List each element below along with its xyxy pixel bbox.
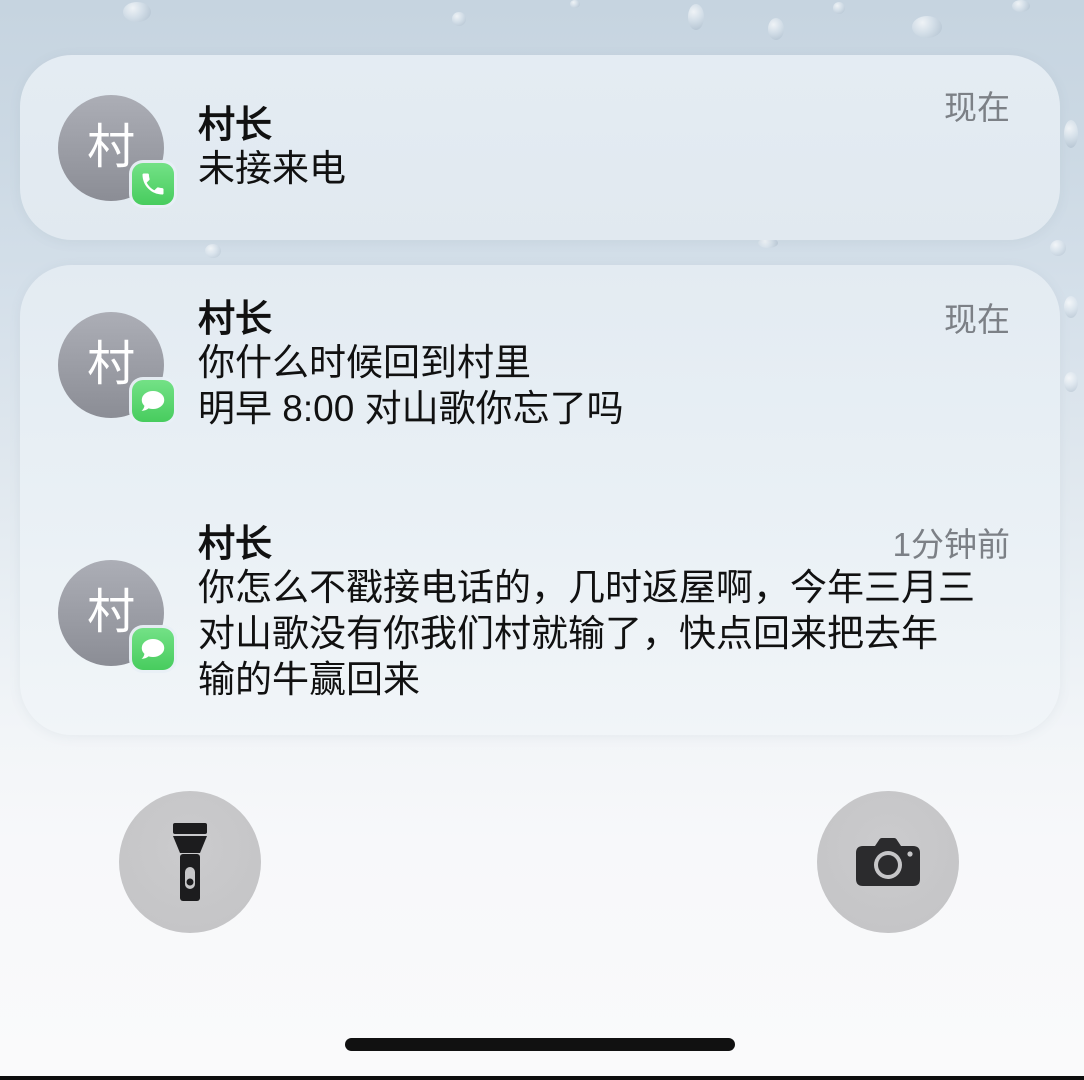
- phone-icon: [142, 173, 164, 194]
- camera-icon: [856, 838, 920, 886]
- water-droplet: [833, 2, 845, 14]
- notification-content: 村长 未接来电: [198, 104, 346, 192]
- water-droplet: [1064, 296, 1078, 318]
- notification-sender: 村长: [198, 523, 272, 564]
- notification-body-line: 输的牛赢回来: [198, 659, 420, 700]
- message-notification[interactable]: 村 村长 你怎么不戳接电话的，几时返屋啊，今年三月三 对山歌没有你我们村就输了，…: [58, 523, 1060, 703]
- notification-row[interactable]: 村 村长 未接来电 现在: [58, 89, 1060, 205]
- water-droplet: [205, 244, 221, 258]
- missed-call-notification[interactable]: 村 村长 未接来电 现在: [20, 55, 1060, 240]
- water-droplet: [1064, 372, 1078, 392]
- notification-content: 村长 你怎么不戳接电话的，几时返屋啊，今年三月三 对山歌没有你我们村就输了，快点…: [198, 523, 975, 703]
- avatar-initial: 村: [86, 338, 135, 391]
- contact-avatar: 村: [58, 560, 174, 670]
- notification-content: 村长 你什么时候回到村里 明早 8:00 对山歌你忘了吗: [198, 298, 624, 432]
- camera-button[interactable]: [817, 791, 959, 933]
- message-bubble-icon: [141, 639, 165, 659]
- notification-body-line: 你怎么不戳接电话的，几时返屋啊，今年三月三: [198, 567, 975, 608]
- message-notification[interactable]: 村 村长 你什么时候回到村里 明早 8:00 对山歌你忘了吗 现在: [58, 298, 1060, 432]
- water-droplet: [123, 2, 151, 22]
- contact-avatar: 村: [58, 94, 174, 205]
- phone-app-badge: [132, 162, 174, 205]
- avatar-initial: 村: [86, 120, 135, 174]
- messages-app-badge: [132, 380, 174, 422]
- water-droplet: [768, 18, 784, 40]
- home-indicator[interactable]: [345, 1038, 735, 1051]
- notification-body-line: 对山歌没有你我们村就输了，快点回来把去年: [198, 613, 938, 654]
- water-droplet: [688, 4, 704, 30]
- notification-sender: 村长: [198, 103, 272, 145]
- notification-body-line: 未接来电: [198, 147, 346, 189]
- avatar-initial: 村: [86, 586, 135, 639]
- message-notification-group[interactable]: 村 村长 你什么时候回到村里 明早 8:00 对山歌你忘了吗 现在 村 村长 你…: [20, 265, 1060, 735]
- flashlight-icon: [173, 823, 207, 901]
- water-droplet: [912, 16, 942, 38]
- water-droplet: [1012, 0, 1030, 12]
- messages-app-badge: [132, 628, 174, 670]
- contact-avatar: 村: [58, 312, 174, 422]
- notification-body-line: 你什么时候回到村里: [198, 342, 531, 383]
- notification-time: 现在: [944, 301, 1010, 338]
- water-droplet: [452, 12, 466, 26]
- water-droplet: [570, 0, 580, 8]
- notification-time: 1分钟前: [892, 526, 1010, 563]
- water-droplet: [1064, 120, 1078, 148]
- message-bubble-icon: [141, 391, 165, 411]
- notification-sender: 村长: [198, 298, 272, 339]
- flashlight-button[interactable]: [119, 791, 261, 933]
- water-droplet: [1050, 240, 1066, 256]
- notification-body-line: 明早 8:00 对山歌你忘了吗: [198, 388, 624, 429]
- notification-time: 现在: [944, 88, 1010, 126]
- bottom-edge: [0, 1076, 1084, 1080]
